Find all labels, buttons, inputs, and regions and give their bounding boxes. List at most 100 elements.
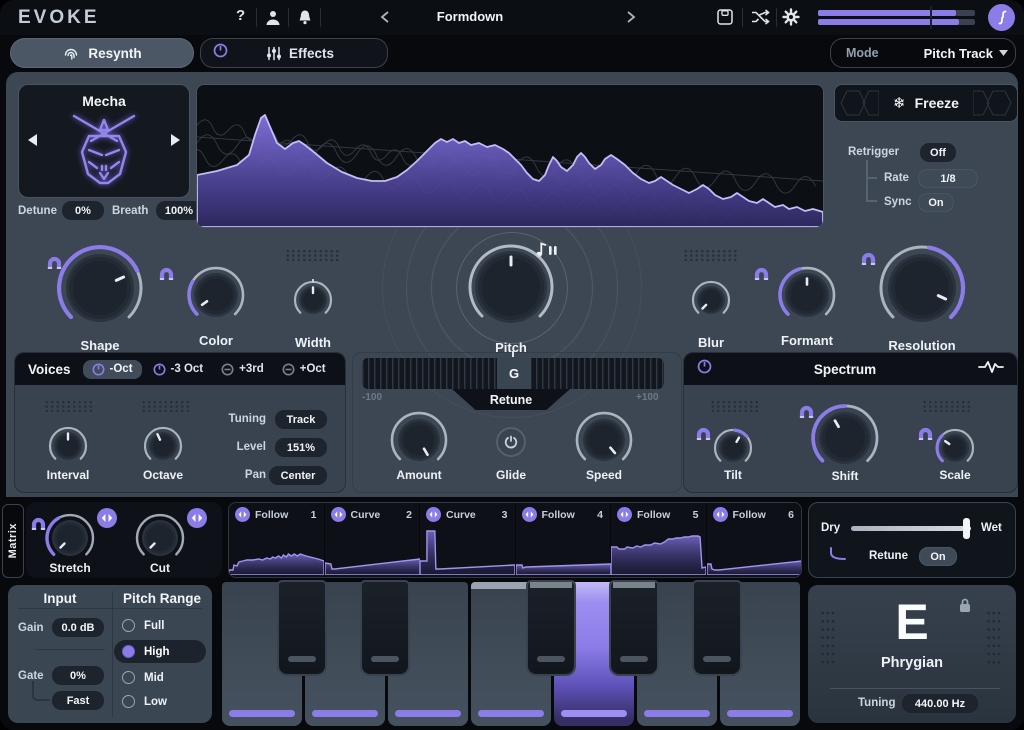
resolution-knob[interactable]: [874, 240, 970, 341]
mod-slot-dots[interactable]: [683, 249, 739, 262]
radio-label: Full: [144, 620, 164, 632]
mod-lane-4[interactable]: Follow 4: [516, 503, 611, 577]
voice-power-icon[interactable]: [153, 363, 166, 376]
meter-bar-right: [818, 19, 959, 25]
dry-wet-slider-handle[interactable]: [963, 518, 970, 539]
retune-note-strip[interactable]: G: [362, 358, 664, 389]
resolution-knob-label: Resolution: [882, 338, 962, 353]
pitch-range-option-mid[interactable]: Mid: [122, 671, 164, 684]
dry-wet-slider-track[interactable]: [851, 526, 971, 531]
matrix-tab-label: Matrix: [7, 523, 19, 558]
mode-label: Mode: [846, 46, 879, 60]
key-bottom-bar: [644, 710, 710, 717]
mode-selector[interactable]: Mode Pitch Track: [830, 38, 1016, 68]
voice-off-icon[interactable]: [282, 363, 295, 376]
formant-knob[interactable]: [775, 263, 839, 332]
lane-stereo-icon[interactable]: [617, 507, 632, 522]
voice-off-icon[interactable]: [221, 363, 234, 376]
glide-power-button[interactable]: [496, 427, 526, 457]
color-knob[interactable]: [184, 263, 248, 332]
width-knob[interactable]: [291, 278, 335, 327]
mod-slot-dots[interactable]: [285, 249, 341, 262]
pitch-range-option-low[interactable]: Low: [122, 695, 167, 708]
shape-knob-label: Shape: [60, 338, 140, 353]
settings-gear-icon[interactable]: [782, 8, 800, 31]
blur-knob[interactable]: [689, 278, 733, 327]
mod-lane-2[interactable]: Curve 2: [325, 503, 420, 577]
pitch-knob[interactable]: [463, 239, 559, 340]
pitch-range-option-high[interactable]: High: [122, 645, 170, 658]
sliders-icon: [266, 46, 282, 61]
voice-tab-minus-3oct[interactable]: -3 Oct: [146, 360, 211, 379]
lane-stereo-icon[interactable]: [426, 507, 441, 522]
stretch-stereo-button[interactable]: [97, 508, 117, 533]
tab-effects[interactable]: Effects: [200, 38, 388, 68]
cut-stereo-button[interactable]: [187, 508, 207, 533]
preset-name[interactable]: Formdown: [400, 9, 540, 24]
pitch-range-option-full[interactable]: Full: [122, 619, 164, 632]
mod-lane-6[interactable]: Follow 6: [707, 503, 802, 577]
effects-power-icon[interactable]: [213, 43, 228, 63]
lane-stereo-icon[interactable]: [235, 507, 250, 522]
preset-prev-button[interactable]: [380, 10, 390, 29]
lane-stereo-icon[interactable]: [522, 507, 537, 522]
mod-slot-dots[interactable]: [710, 400, 760, 412]
pan-value[interactable]: Center: [269, 466, 327, 485]
detune-value[interactable]: 0%: [62, 201, 104, 220]
mode-value: Pitch Track: [924, 46, 993, 61]
mod-lane-3[interactable]: Curve 3: [420, 503, 515, 577]
amount-knob[interactable]: [387, 408, 451, 477]
sync-value[interactable]: On: [918, 193, 954, 212]
preset-prev-arrow[interactable]: [28, 133, 37, 151]
key-scale-name[interactable]: Phrygian: [808, 655, 1016, 671]
mod-lane-1[interactable]: Follow 1: [229, 503, 324, 577]
signature-button[interactable]: [988, 4, 1015, 31]
save-icon[interactable]: [716, 8, 734, 31]
help-icon[interactable]: ?: [236, 7, 245, 24]
radio-icon[interactable]: [122, 695, 135, 708]
voice-tab-plus-oct[interactable]: +Oct: [275, 360, 333, 379]
retrigger-label: Retrigger: [848, 146, 899, 158]
notifications-icon[interactable]: [296, 9, 314, 31]
voice-power-icon[interactable]: [92, 363, 105, 376]
account-icon[interactable]: [264, 9, 282, 31]
octave-knob[interactable]: [141, 424, 185, 473]
interval-knob[interactable]: [46, 424, 90, 473]
preset-next-arrow[interactable]: [171, 133, 180, 151]
tuning-value[interactable]: Track: [275, 410, 327, 429]
gate-value[interactable]: 0%: [52, 666, 104, 685]
mod-slot-dots[interactable]: [922, 400, 972, 412]
logo: EVOKE: [18, 7, 100, 29]
matrix-tab[interactable]: Matrix: [2, 504, 24, 578]
output-meter[interactable]: [818, 9, 975, 26]
tab-resynth[interactable]: Resynth: [10, 38, 194, 68]
mod-slot-dots[interactable]: [44, 400, 92, 412]
divider: [320, 8, 321, 27]
shape-knob[interactable]: [52, 240, 148, 341]
level-value[interactable]: 151%: [275, 438, 327, 457]
radio-icon-selected[interactable]: [122, 645, 135, 658]
lane-stereo-icon[interactable]: [713, 507, 728, 522]
rate-value[interactable]: 1/8: [918, 169, 978, 188]
gate-speed-value[interactable]: Fast: [52, 691, 104, 710]
voice-tab-plus-3rd[interactable]: +3rd: [214, 360, 271, 379]
snowflake-icon: ❄: [893, 94, 906, 112]
mecha-robot-icon: [64, 111, 144, 196]
lane-stereo-icon[interactable]: [331, 507, 346, 522]
speed-knob[interactable]: [572, 408, 636, 477]
tab-effects-label: Effects: [289, 46, 334, 61]
preset-next-button[interactable]: [626, 10, 636, 29]
retrigger-value[interactable]: Off: [920, 143, 956, 162]
freeze-button[interactable]: ❄ Freeze: [834, 84, 1018, 122]
radio-icon[interactable]: [122, 619, 135, 632]
randomize-icon[interactable]: [750, 9, 770, 30]
mod-lane-5[interactable]: Follow 5: [611, 503, 706, 577]
spectrum-power-icon[interactable]: [697, 359, 712, 379]
gain-value[interactable]: 0.0 dB: [52, 618, 104, 637]
mod-slot-dots[interactable]: [141, 400, 189, 412]
tuning-hz-value[interactable]: 440.00 Hz: [902, 694, 978, 713]
key-note[interactable]: E: [808, 597, 1016, 647]
radio-icon[interactable]: [122, 671, 135, 684]
mix-retune-value[interactable]: On: [919, 547, 957, 566]
voice-tab-minus-oct[interactable]: -Oct: [83, 360, 142, 379]
